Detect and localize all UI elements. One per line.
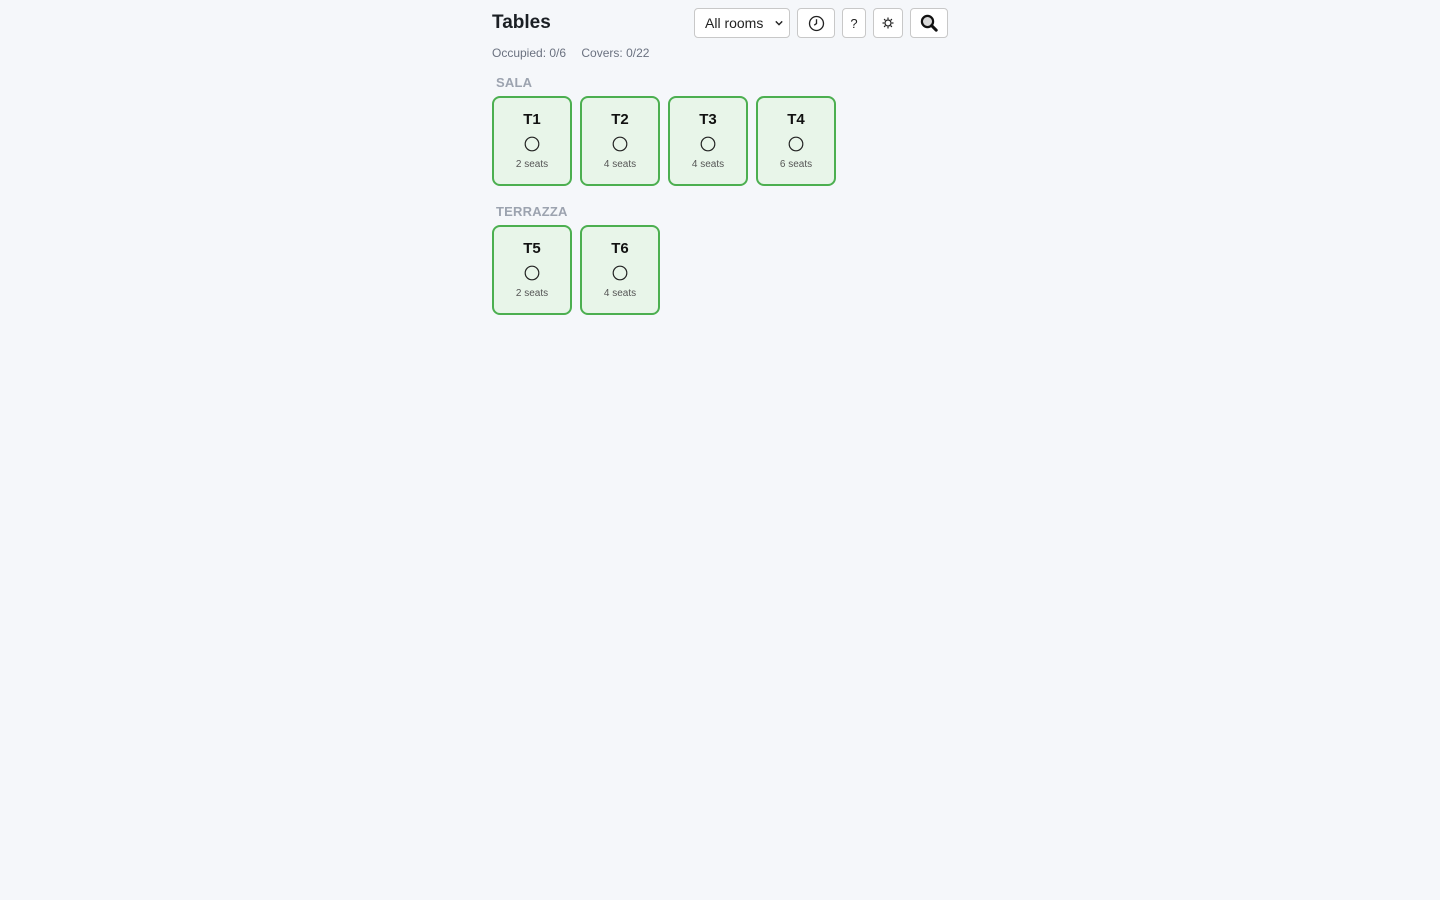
chevron-down-icon xyxy=(775,20,783,26)
room-label: SALA xyxy=(496,75,533,90)
page-title: Tables xyxy=(492,12,551,33)
table-name: T2 xyxy=(611,111,629,128)
toolbar: All rooms ? xyxy=(694,8,948,38)
table-seats: 6 seats xyxy=(779,159,813,170)
search-icon xyxy=(920,14,938,32)
table-name: T6 xyxy=(611,240,629,257)
help-button[interactable]: ? xyxy=(842,8,866,38)
table-card-t4[interactable]: T4 6 seats xyxy=(756,96,836,186)
header: Tables All rooms ? xyxy=(492,0,948,46)
empty-circle-icon xyxy=(524,265,540,281)
empty-circle-icon xyxy=(700,136,716,152)
table-seats: 4 seats xyxy=(603,288,637,299)
room-section-terrazza: TERRAZZA T5 2 seats T6 4 seats xyxy=(492,204,948,315)
table-name: T4 xyxy=(787,111,805,128)
table-card-t5[interactable]: T5 2 seats xyxy=(492,225,572,315)
room-label: TERRAZZA xyxy=(496,204,568,219)
table-seats: 2 seats xyxy=(515,288,549,299)
empty-circle-icon xyxy=(612,265,628,281)
history-button[interactable] xyxy=(797,8,835,38)
room-section-sala: SALA T1 2 seats T2 4 seats T3 4 seats T4… xyxy=(492,75,948,186)
table-card-t2[interactable]: T2 4 seats xyxy=(580,96,660,186)
table-name: T3 xyxy=(699,111,717,128)
table-grid: T5 2 seats T6 4 seats xyxy=(492,225,948,315)
table-name: T1 xyxy=(523,111,541,128)
table-grid: T1 2 seats T2 4 seats T3 4 seats T4 6 se… xyxy=(492,96,948,186)
table-card-t6[interactable]: T6 4 seats xyxy=(580,225,660,315)
tables-app: Tables All rooms ? Occupied: 0/6 Covers:… xyxy=(492,0,948,315)
table-card-t3[interactable]: T3 4 seats xyxy=(668,96,748,186)
settings-button[interactable] xyxy=(873,8,903,38)
clock-icon xyxy=(808,15,824,31)
occupied-count: Occupied: 0/6 xyxy=(492,46,567,60)
room-filter-value: All rooms xyxy=(705,15,764,31)
gear-icon xyxy=(882,17,894,29)
table-card-t1[interactable]: T1 2 seats xyxy=(492,96,572,186)
empty-circle-icon xyxy=(612,136,628,152)
help-label: ? xyxy=(850,15,858,31)
table-seats: 4 seats xyxy=(603,159,637,170)
covers-count: Covers: 0/22 xyxy=(581,46,650,60)
empty-circle-icon xyxy=(788,136,804,152)
room-filter-select[interactable]: All rooms xyxy=(694,8,790,38)
table-seats: 2 seats xyxy=(515,159,549,170)
stats-bar: Occupied: 0/6 Covers: 0/22 xyxy=(492,46,948,64)
empty-circle-icon xyxy=(524,136,540,152)
search-button[interactable] xyxy=(910,8,948,38)
table-name: T5 xyxy=(523,240,541,257)
table-seats: 4 seats xyxy=(691,159,725,170)
